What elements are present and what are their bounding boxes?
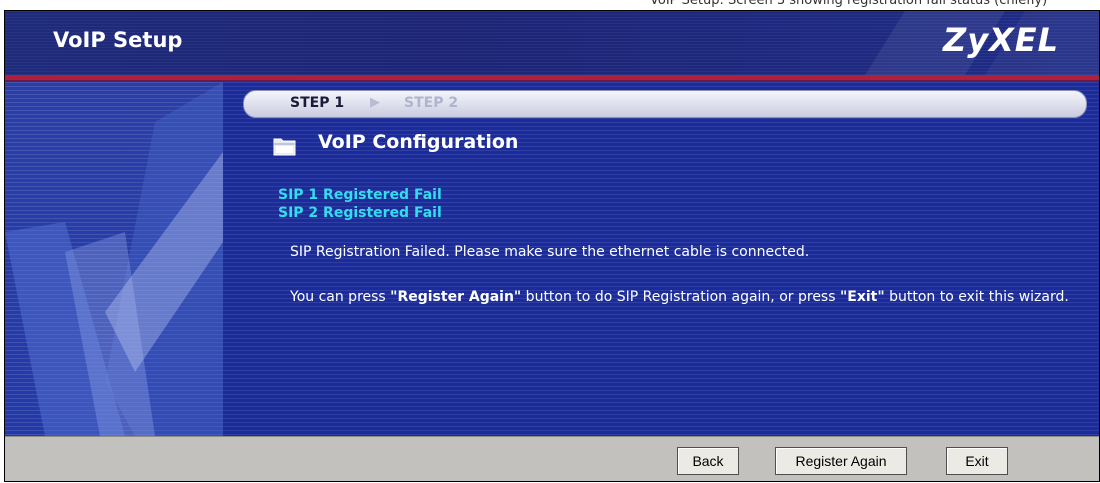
register-again-reference: "Register Again" [390,289,522,305]
exit-button[interactable]: Exit [946,447,1008,475]
folder-icon [273,138,296,156]
instruction-text-2: button to do SIP Registration again, or … [521,289,840,305]
registration-failed-message: SIP Registration Failed. Please make sur… [290,244,810,260]
instruction-text-1: You can press [290,289,391,305]
button-bar: Back Register Again Exit [5,436,1099,481]
caption-text: VoIP Setup: Screen 3 showing registratio… [650,0,1048,8]
section-title: VoIP Configuration [318,131,519,153]
header-bar: VoIP Setup ZyXEL [5,11,1099,75]
swoosh-graphic [5,82,223,436]
app-title: VoIP Setup [53,28,183,52]
step-2-label: STEP 2 [404,95,459,111]
wizard-window: VoIP Setup ZyXEL STEP 1 ▶ STEP 2 VoIP Co… [4,10,1100,482]
sip2-status: SIP 2 Registered Fail [278,205,442,221]
back-button[interactable]: Back [677,447,739,475]
zyxel-logo: ZyXEL [943,21,1059,59]
step-arrow-icon: ▶ [370,95,380,110]
wizard-step-bar: STEP 1 ▶ STEP 2 [243,90,1087,118]
sip1-status: SIP 1 Registered Fail [278,187,442,203]
left-decorative-panel [5,82,223,436]
content-area: STEP 1 ▶ STEP 2 VoIP Configuration SIP 1… [5,82,1099,436]
instruction-text-3: button to exit this wizard. [884,289,1069,305]
instruction-message: You can press "Register Again" button to… [290,288,1090,306]
step-1-label: STEP 1 [290,95,345,111]
register-again-button[interactable]: Register Again [775,447,907,475]
exit-reference: "Exit" [839,289,885,305]
